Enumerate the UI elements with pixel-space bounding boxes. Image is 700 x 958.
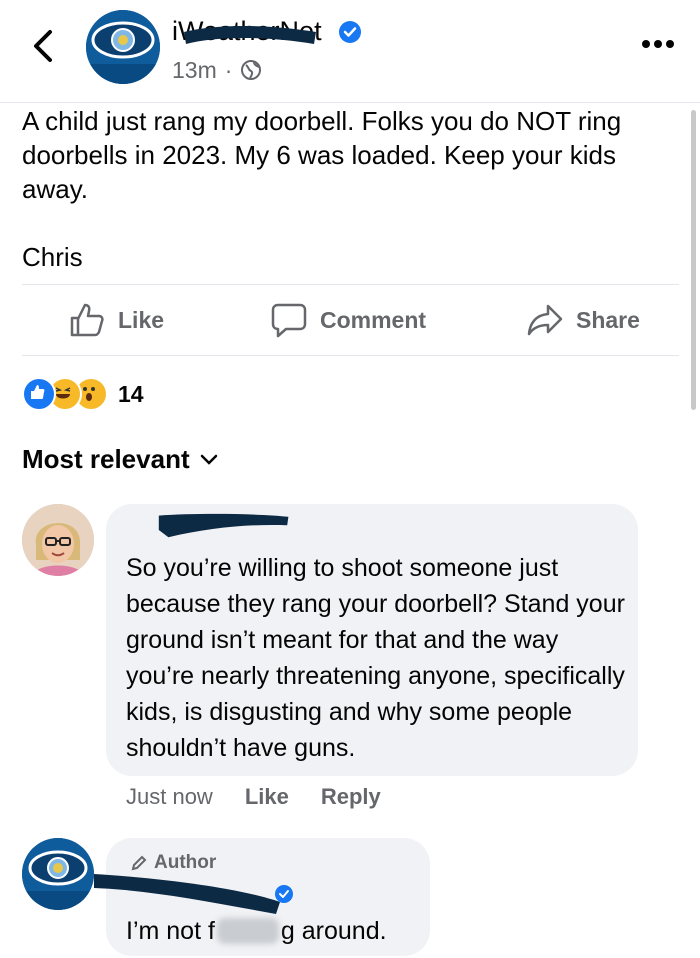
post-time[interactable]: 13m [172, 56, 217, 84]
comment-like-button[interactable]: Like [245, 784, 289, 810]
comment-button[interactable]: Comment [270, 300, 426, 340]
reactions-summary[interactable]: 14 [22, 376, 144, 412]
share-label: Share [576, 306, 640, 333]
page-avatar[interactable] [86, 10, 160, 84]
scrollbar[interactable] [691, 110, 696, 410]
more-options-icon[interactable] [640, 38, 676, 50]
share-button[interactable]: Share [526, 300, 640, 340]
author-reply-text: I’m not f g around. [126, 914, 387, 948]
commenter-name-redaction [158, 513, 289, 538]
action-bar-divider-bottom [22, 355, 679, 356]
thumbs-up-icon [70, 303, 104, 337]
comment-sort-dropdown[interactable]: Most relevant [22, 444, 218, 475]
like-label: Like [118, 306, 165, 333]
reply-text-start: I’m not f [126, 917, 215, 945]
verified-badge-icon [339, 21, 361, 43]
sort-label: Most relevant [22, 444, 190, 474]
back-arrow-icon[interactable] [30, 28, 58, 64]
like-reaction-icon [22, 377, 56, 411]
reply-text-end: g around. [280, 917, 387, 945]
header-divider [0, 102, 700, 103]
like-button[interactable]: Like [68, 300, 164, 340]
censor-blur [216, 918, 279, 944]
comment-reply-button[interactable]: Reply [321, 784, 381, 810]
profile-photo-icon [22, 504, 94, 576]
chevron-down-icon [200, 454, 217, 465]
post-text: A child just rang my doorbell. Folks you… [22, 106, 622, 272]
share-arrow-icon [527, 304, 563, 336]
author-avatar[interactable] [22, 838, 94, 910]
comment-text: So you’re willing to shoot someone just … [126, 554, 625, 762]
commenter-avatar[interactable] [22, 504, 94, 576]
meta-separator: · [224, 57, 233, 83]
reaction-count: 14 [118, 380, 144, 407]
comment-label: Comment [320, 306, 427, 333]
name-redaction [184, 26, 316, 44]
weathernet-logo-icon [22, 838, 94, 910]
comment-actions: Just now Like Reply [126, 784, 381, 810]
post-meta: 13m · [172, 56, 262, 84]
globe-icon [241, 60, 262, 80]
weathernet-logo-icon [86, 10, 160, 84]
comment-time[interactable]: Just now [126, 784, 213, 810]
comment-bubble-icon [271, 303, 307, 338]
action-bar-divider-top [22, 284, 679, 285]
author-name-redaction [94, 874, 280, 914]
verified-badge-icon [275, 885, 293, 903]
